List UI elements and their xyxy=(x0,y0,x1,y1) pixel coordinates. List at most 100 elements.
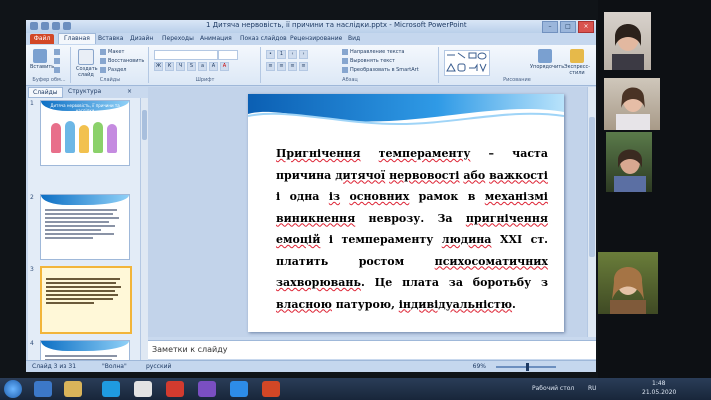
section-button[interactable]: Раздел xyxy=(100,67,126,73)
bullets-button[interactable]: • xyxy=(266,50,275,59)
spellcheck-word: дитячої xyxy=(335,168,386,182)
text-direction-icon xyxy=(342,49,348,55)
close-panel-icon[interactable]: × xyxy=(123,87,136,96)
spellcheck-word: із xyxy=(328,190,341,203)
video-participants-panel xyxy=(598,0,711,378)
paste-button[interactable]: Вставить xyxy=(30,49,54,70)
start-button[interactable] xyxy=(4,380,22,398)
zoom-slider[interactable] xyxy=(496,363,556,371)
participant-video-2[interactable] xyxy=(604,78,660,130)
close-button[interactable]: × xyxy=(578,21,594,33)
shapes-gallery[interactable] xyxy=(444,50,490,76)
zoom-icon[interactable] xyxy=(230,381,248,397)
clock-date[interactable]: 21.05.2020 xyxy=(642,389,676,396)
minimize-button[interactable]: – xyxy=(542,21,558,33)
undo-icon[interactable] xyxy=(52,22,60,30)
tab-review[interactable]: Рецензирование xyxy=(290,35,342,42)
redo-icon[interactable] xyxy=(63,22,71,30)
cut-button[interactable] xyxy=(54,49,60,55)
participant-video-1[interactable] xyxy=(604,12,651,70)
indent-less-button[interactable]: ‹ xyxy=(288,50,297,59)
skype-icon[interactable] xyxy=(102,381,120,397)
tab-slides[interactable]: Слайды xyxy=(28,87,63,98)
desktop-label[interactable]: Рабочий стол xyxy=(532,385,574,392)
numbering-button[interactable]: 1 xyxy=(277,50,286,59)
current-slide[interactable]: Пригнічення темпераменту – часта причина… xyxy=(248,94,564,332)
notes-pane[interactable]: Заметки к слайду xyxy=(148,340,596,359)
notes-placeholder: Заметки к слайду xyxy=(152,345,228,354)
font-size-field[interactable] xyxy=(218,50,238,60)
folder-icon[interactable] xyxy=(64,381,82,397)
tab-animation[interactable]: Анимация xyxy=(200,35,232,42)
slide-thumbnail-3[interactable] xyxy=(40,266,132,334)
spellcheck-word: людина xyxy=(441,233,492,246)
indent-more-button[interactable]: › xyxy=(299,50,308,59)
slide-scrollbar[interactable] xyxy=(587,87,596,337)
reset-button[interactable]: Восстановить xyxy=(100,58,144,64)
language-indicator[interactable]: русский xyxy=(146,363,171,370)
arrange-icon xyxy=(538,49,552,63)
ie-icon[interactable] xyxy=(34,381,52,397)
slide-number: 3 xyxy=(30,266,34,273)
participant-video-4[interactable] xyxy=(598,252,658,314)
underline-button[interactable]: Ч xyxy=(176,62,185,71)
zoom-level[interactable]: 69% xyxy=(473,363,486,370)
paste-icon xyxy=(33,49,47,63)
italic-button[interactable]: К xyxy=(165,62,174,71)
window-controls: – □ × xyxy=(542,21,594,33)
arrange-button[interactable]: Упорядочить xyxy=(530,49,564,70)
participant-video-3[interactable] xyxy=(606,132,652,192)
bold-button[interactable]: Ж xyxy=(154,62,163,71)
slide-body-text[interactable]: Пригнічення темпераменту – часта причина… xyxy=(276,143,548,315)
tab-view[interactable]: Вид xyxy=(348,35,360,42)
spellcheck-word: власною xyxy=(276,297,332,311)
clock-time[interactable]: 1:48 xyxy=(652,380,665,387)
strike-button[interactable]: S xyxy=(187,62,196,71)
language-badge[interactable]: RU xyxy=(588,385,597,392)
new-slide-button[interactable]: Создать слайд xyxy=(76,49,98,78)
align-text-button[interactable]: Выровнять текст xyxy=(342,58,395,64)
font-color-button[interactable]: A xyxy=(220,62,229,71)
spellcheck-word: механізмі xyxy=(484,190,548,203)
layout-icon xyxy=(100,49,106,55)
align-right-button[interactable]: ≡ xyxy=(288,62,297,71)
tab-home[interactable]: Главная xyxy=(58,33,96,44)
clipboard-group: Вставить Буфер обм... xyxy=(28,47,71,83)
chrome-icon[interactable] xyxy=(134,381,152,397)
tab-outline[interactable]: Структура xyxy=(64,87,105,96)
thumbnail-scrollbar[interactable] xyxy=(140,98,148,362)
window-title: 1 Дитяча нервовість, її причини та наслі… xyxy=(206,21,467,29)
text-direction-button[interactable]: Направление текста xyxy=(342,49,404,55)
tab-design[interactable]: Дизайн xyxy=(130,35,153,42)
slide-thumbnail-1[interactable]: Дитяча нервовість, її причини та наслідк… xyxy=(40,100,130,166)
slide-counter: Слайд 3 из 31 xyxy=(32,363,77,370)
case-button[interactable]: A xyxy=(209,62,218,71)
slide-thumbnail-2[interactable] xyxy=(40,194,130,260)
spellcheck-word: емоцій xyxy=(276,233,321,246)
layout-button[interactable]: Макет xyxy=(100,49,124,55)
status-bar: Слайд 3 из 31 "Волна" русский 69% xyxy=(26,360,596,372)
tab-slideshow[interactable]: Показ слайдов xyxy=(240,35,287,42)
quick-styles-button[interactable]: Экспресс-стили xyxy=(562,49,592,76)
slide-number: 4 xyxy=(30,340,34,347)
smartart-button[interactable]: Преобразовать в SmartArt xyxy=(342,67,419,73)
slide-thumbnail-4[interactable] xyxy=(40,340,130,362)
font-name-field[interactable] xyxy=(154,50,218,60)
powerpoint-icon[interactable] xyxy=(262,381,280,397)
justify-button[interactable]: ≡ xyxy=(299,62,308,71)
tab-insert[interactable]: Вставка xyxy=(98,35,123,42)
brush-icon xyxy=(54,67,60,73)
align-center-button[interactable]: ≡ xyxy=(277,62,286,71)
tab-transitions[interactable]: Переходы xyxy=(162,35,194,42)
opera-icon[interactable] xyxy=(166,381,184,397)
viber-icon[interactable] xyxy=(198,381,216,397)
spacing-button[interactable]: a xyxy=(198,62,207,71)
title-bar: 1 Дитяча нервовість, її причини та наслі… xyxy=(26,20,596,33)
align-left-button[interactable]: ≡ xyxy=(266,62,275,71)
format-painter-button[interactable] xyxy=(54,67,60,73)
save-icon[interactable] xyxy=(41,22,49,30)
maximize-button[interactable]: □ xyxy=(560,21,576,33)
file-tab[interactable]: Файл xyxy=(30,34,54,44)
copy-button[interactable] xyxy=(54,58,60,64)
app-icon[interactable] xyxy=(30,22,38,30)
